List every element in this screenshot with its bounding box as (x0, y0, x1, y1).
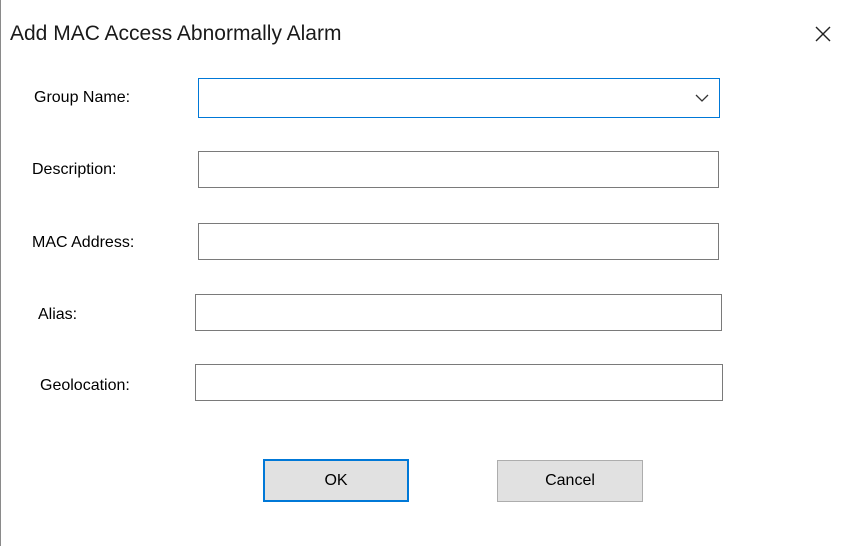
chevron-down-icon (695, 94, 709, 102)
alias-label: Alias: (38, 306, 78, 323)
add-mac-alarm-dialog: Add MAC Access Abnormally Alarm Group Na… (0, 0, 842, 546)
close-button[interactable] (803, 14, 842, 54)
description-field[interactable] (198, 151, 719, 188)
close-icon (815, 26, 831, 42)
ok-button[interactable]: OK (263, 459, 409, 502)
group-name-label: Group Name: (34, 89, 131, 106)
dialog-title: Add MAC Access Abnormally Alarm (10, 22, 342, 45)
mac-address-field[interactable] (198, 223, 719, 260)
group-name-dropdown[interactable] (198, 78, 720, 118)
mac-address-label: MAC Address: (32, 234, 135, 251)
geolocation-label: Geolocation: (40, 377, 130, 394)
description-label: Description: (32, 161, 117, 178)
cancel-button[interactable]: Cancel (497, 460, 643, 502)
geolocation-field[interactable] (195, 364, 723, 401)
alias-field[interactable] (195, 294, 722, 331)
